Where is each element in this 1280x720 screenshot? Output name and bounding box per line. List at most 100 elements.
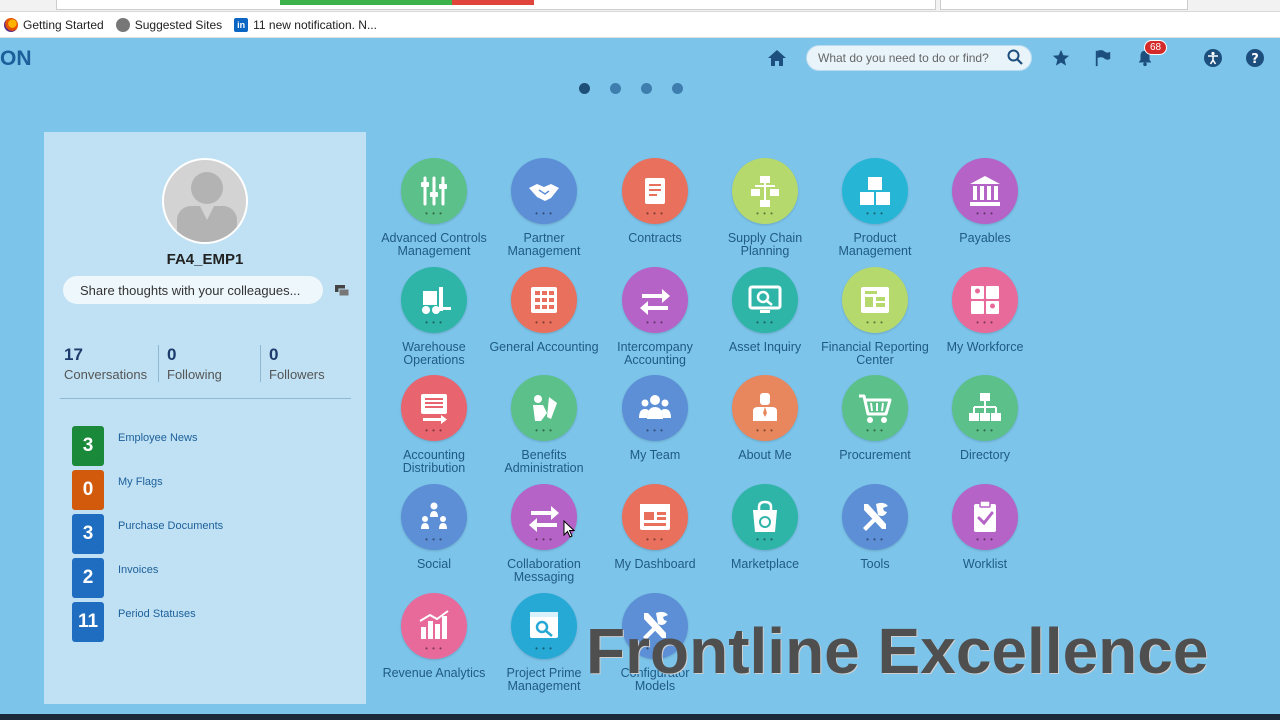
stat-label: Conversations — [64, 367, 148, 382]
app-tile-label: Accounting Distribution — [402, 448, 466, 475]
app-tile-asset-inquiry[interactable]: • • • Asset Inquiry — [709, 267, 821, 354]
bookmark-label: Getting Started — [23, 17, 104, 32]
counter-period-statuses[interactable]: 11 Period Statuses — [72, 602, 223, 646]
exchange-icon: • • • — [622, 267, 688, 333]
app-tile-my-workforce[interactable]: • • • My Workforce — [929, 267, 1041, 354]
mouse-cursor-icon — [563, 519, 576, 543]
bookmark-label: Suggested Sites — [134, 17, 223, 32]
app-tile-my-dashboard[interactable]: • • • My Dashboard — [599, 484, 711, 571]
app-logo-fragment[interactable]: ON — [0, 47, 32, 71]
bookmark-label: 11 new notification. N... — [253, 17, 377, 32]
page-dot-2[interactable] — [610, 83, 621, 94]
app-tile-label: Intercompany Accounting — [617, 340, 693, 367]
counter-purchase-documents[interactable]: 3 Purchase Documents — [72, 514, 223, 558]
loading-bar-red — [452, 0, 534, 5]
social-icon: • • • — [401, 484, 467, 550]
ie-icon — [115, 17, 130, 32]
app-tile-accounting-distribution[interactable]: • • • Accounting Distribution — [378, 375, 490, 475]
conversation-icon[interactable] — [334, 284, 350, 303]
app-tile-supply-chain-planning[interactable]: • • • Supply Chain Planning — [709, 158, 821, 258]
global-search-input[interactable]: What do you need to do or find? — [806, 45, 1032, 71]
app-tile-advanced-controls-management[interactable]: • • • Advanced Controls Management — [378, 158, 490, 258]
app-tile-directory[interactable]: • • • Directory — [929, 375, 1041, 462]
app-tile-label: Worklist — [962, 557, 1008, 571]
stat-conversations[interactable]: 17 Conversations — [64, 345, 158, 382]
username[interactable]: FA4_EMP1 — [44, 251, 366, 268]
notifications-bell-icon[interactable]: 68 — [1134, 40, 1168, 69]
search-icon[interactable] — [1007, 49, 1023, 68]
stat-label: Following — [167, 367, 222, 382]
counter-value: 2 — [72, 558, 104, 598]
app-tile-collaboration-messaging[interactable]: • • • Collaboration Messaging — [488, 484, 600, 584]
stat-label: Followers — [269, 367, 325, 382]
app-tile-social[interactable]: • • • Social — [378, 484, 490, 571]
svg-text:?: ? — [1251, 52, 1259, 67]
springboard-page-indicator — [579, 83, 703, 94]
bookmark-suggested-sites[interactable]: Suggested Sites — [115, 17, 223, 32]
stat-value: 0 — [269, 345, 279, 364]
app-tile-label: General Accounting — [489, 340, 599, 354]
page-dot-3[interactable] — [641, 83, 652, 94]
favorites-star-icon[interactable] — [1050, 47, 1072, 69]
counter-employee-news[interactable]: 3 Employee News — [72, 426, 223, 470]
tools-icon: • • • — [842, 484, 908, 550]
stat-followers[interactable]: 0 Followers — [260, 345, 350, 382]
profile-panel: FA4_EMP1 Share thoughts with your collea… — [44, 132, 366, 704]
counter-label: My Flags — [118, 476, 163, 488]
app-tile-my-team[interactable]: • • • My Team — [599, 375, 711, 462]
app-tile-general-accounting[interactable]: • • • General Accounting — [488, 267, 600, 354]
app-tile-financial-reporting-center[interactable]: • • • Financial Reporting Center — [819, 267, 931, 367]
app-tile-contracts[interactable]: • • • Contracts — [599, 158, 711, 245]
app-tile-payables[interactable]: • • • Payables — [929, 158, 1041, 245]
bank-icon: • • • — [952, 158, 1018, 224]
app-tile-label: Tools — [860, 557, 890, 571]
dashboard-icon: • • • — [622, 484, 688, 550]
bookmark-getting-started[interactable]: Getting Started — [4, 17, 104, 32]
share-thoughts-input[interactable]: Share thoughts with your colleagues... — [63, 276, 323, 304]
app-tile-project-prime-management[interactable]: • • • Project Prime Management — [488, 593, 600, 693]
scroll-icon: • • • — [622, 158, 688, 224]
app-tile-partner-management[interactable]: • • • Partner Management — [488, 158, 600, 258]
page-dot-1[interactable] — [579, 83, 590, 94]
address-field-fragment[interactable] — [940, 0, 1188, 10]
app-tile-label: My Workforce — [946, 340, 1024, 354]
global-header-toolbar: What do you need to do or find? 68 ? — [766, 40, 1266, 72]
clipboard-check-icon: • • • — [952, 484, 1018, 550]
app-tile-about-me[interactable]: • • • About Me — [709, 375, 821, 462]
app-tile-procurement[interactable]: • • • Procurement — [819, 375, 931, 462]
app-tile-label: Partner Management — [507, 231, 581, 258]
app-tile-label: Marketplace — [730, 557, 800, 571]
stat-following[interactable]: 0 Following — [158, 345, 260, 382]
help-icon[interactable]: ? — [1244, 47, 1266, 69]
app-tile-intercompany-accounting[interactable]: • • • Intercompany Accounting — [599, 267, 711, 367]
counter-label: Invoices — [118, 564, 159, 576]
stat-value: 0 — [167, 345, 177, 364]
app-tile-worklist[interactable]: • • • Worklist — [929, 484, 1041, 571]
home-icon[interactable] — [766, 47, 788, 69]
bookmark-linkedin[interactable]: in 11 new notification. N... — [234, 17, 377, 32]
app-tile-revenue-analytics[interactable]: • • • Revenue Analytics — [378, 593, 490, 680]
app-tile-benefits-administration[interactable]: • • • Benefits Administration — [488, 375, 600, 475]
flag-icon[interactable] — [1092, 47, 1114, 69]
app-tile-label: Social — [416, 557, 452, 571]
team-icon: • • • — [622, 375, 688, 441]
app-tile-warehouse-operations[interactable]: • • • Warehouse Operations — [378, 267, 490, 367]
counter-my-flags[interactable]: 0 My Flags — [72, 470, 223, 514]
page-dot-4[interactable] — [672, 83, 683, 94]
app-tile-label: Project Prime Management — [506, 666, 582, 693]
app-tile-label: Benefits Administration — [504, 448, 584, 475]
bookmarks-bar: Getting Started Suggested Sites in 11 ne… — [0, 12, 1280, 38]
search-placeholder: What do you need to do or find? — [818, 51, 989, 65]
avatar[interactable] — [162, 158, 248, 244]
app-tile-label: Collaboration Messaging — [507, 557, 581, 584]
boxes-icon: • • • — [842, 158, 908, 224]
monitor-search-icon: • • • — [732, 267, 798, 333]
app-tile-tools[interactable]: • • • Tools — [819, 484, 931, 571]
app-tile-label: My Dashboard — [614, 557, 696, 571]
accessibility-icon[interactable] — [1202, 47, 1224, 69]
counter-invoices[interactable]: 2 Invoices — [72, 558, 223, 602]
counter-label: Period Statuses — [118, 608, 196, 620]
app-tile-marketplace[interactable]: • • • Marketplace — [709, 484, 821, 571]
app-tile-label: Advanced Controls Management — [381, 231, 487, 258]
app-tile-product-management[interactable]: • • • Product Management — [819, 158, 931, 258]
